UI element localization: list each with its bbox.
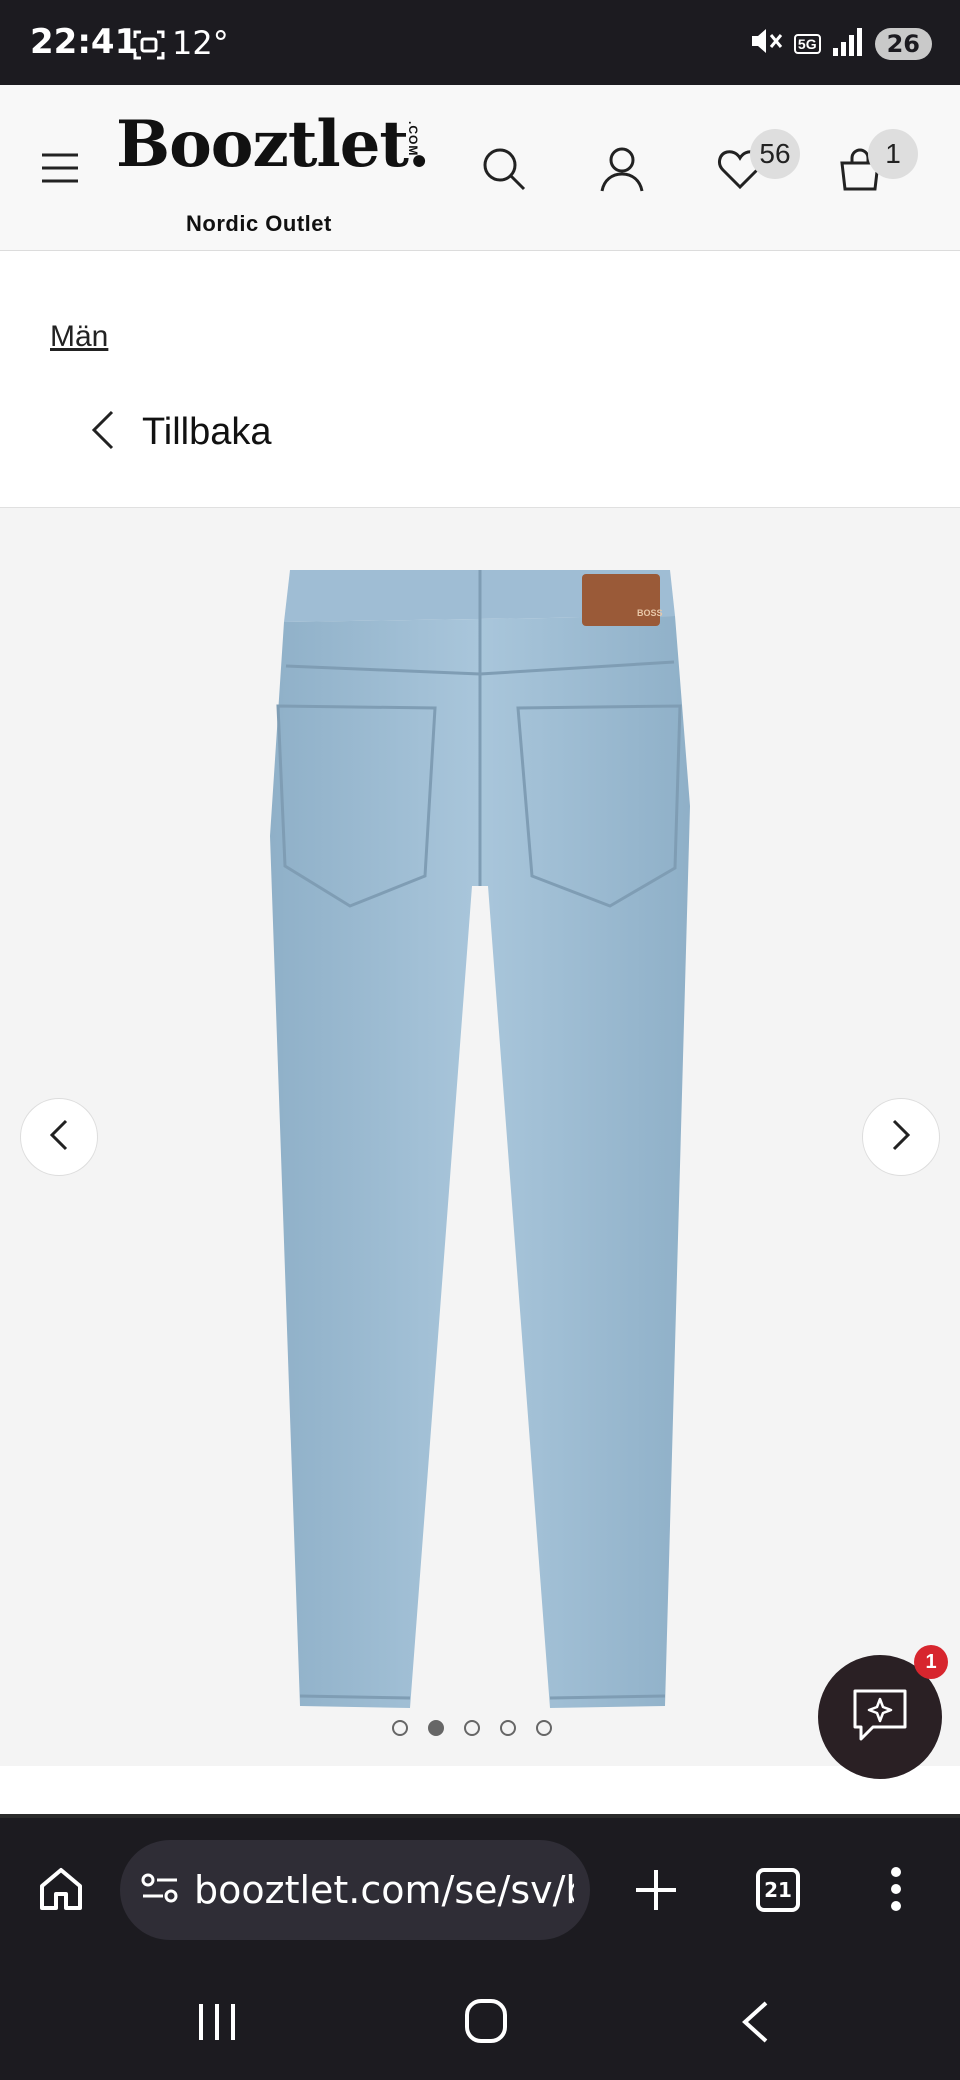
back-button[interactable]: Tillbaka (90, 410, 272, 455)
account-icon[interactable] (598, 145, 646, 193)
site-logo[interactable]: Booztlet. .COM Nordic Outlet (116, 113, 430, 237)
back-nav-icon[interactable] (740, 2000, 770, 2049)
site-settings-icon[interactable] (140, 1871, 180, 1910)
product-tag-label: BOSS (637, 608, 663, 618)
gallery-dot[interactable] (500, 1720, 516, 1736)
new-tab-plus-icon[interactable] (634, 1868, 678, 1917)
signal-icon (831, 26, 865, 61)
back-label: Tillbaka (142, 411, 272, 453)
gallery-prev-button[interactable] (20, 1098, 98, 1176)
cart-count-badge: 1 (868, 129, 918, 179)
chevron-right-icon (891, 1119, 911, 1156)
status-bar: 22:41 12° 5G 26 (0, 0, 960, 85)
gallery-dot[interactable] (536, 1720, 552, 1736)
search-icon[interactable] (480, 145, 528, 193)
status-time: 22:41 (30, 22, 139, 62)
mute-icon (748, 24, 784, 63)
breadcrumb-link[interactable]: Män (50, 320, 108, 354)
gallery-pagination (392, 1720, 552, 1736)
gallery-dot[interactable] (392, 1720, 408, 1736)
more-options-icon[interactable] (890, 1866, 902, 1917)
home-button-icon[interactable] (464, 1998, 508, 2049)
gallery-dot-active[interactable] (428, 1720, 444, 1736)
status-icons: 5G 26 (748, 24, 932, 63)
home-icon[interactable] (38, 1866, 84, 1917)
logo-wordmark: Booztlet (116, 107, 409, 182)
chat-sparkle-icon (849, 1687, 911, 1748)
gallery-next-button[interactable] (862, 1098, 940, 1176)
address-bar[interactable]: booztlet.com/se/sv/b (120, 1840, 590, 1940)
logo-tagline: Nordic Outlet (186, 211, 332, 236)
battery-indicator: 26 (874, 27, 932, 60)
screenshot-icon (132, 28, 166, 67)
wishlist-count-badge: 56 (750, 129, 800, 179)
recent-apps-icon[interactable] (196, 2002, 238, 2047)
tabs-switcher-button[interactable]: 21 (756, 1868, 800, 1912)
status-temperature: 12° (172, 24, 229, 62)
product-image-jeans-back: BOSS (270, 570, 690, 1708)
product-image-gallery[interactable]: BOSS (0, 507, 960, 1766)
url-text: booztlet.com/se/sv/b (194, 1868, 574, 1912)
hamburger-menu-icon[interactable] (40, 151, 80, 185)
logo-com: .COM (406, 121, 420, 157)
chevron-left-icon (90, 410, 116, 455)
browser-toolbar: booztlet.com/se/sv/b 21 (0, 1818, 960, 1968)
chat-notification-badge: 1 (914, 1645, 948, 1679)
site-header: Booztlet. .COM Nordic Outlet 56 1 (0, 85, 960, 251)
gallery-dot[interactable] (464, 1720, 480, 1736)
system-navigation-bar (0, 1968, 960, 2080)
network-5g-badge: 5G (793, 33, 821, 54)
chevron-left-icon (49, 1119, 69, 1156)
